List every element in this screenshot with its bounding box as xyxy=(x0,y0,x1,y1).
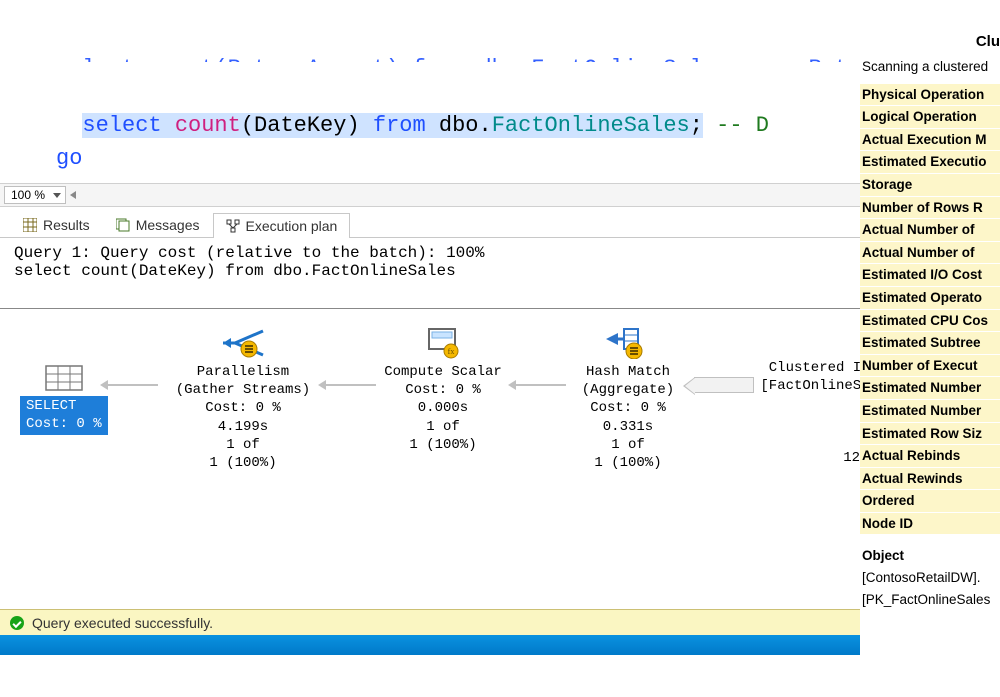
plan-node-hash-match[interactable]: Hash Match (Aggregate) Cost: 0 % 0.331s … xyxy=(568,327,688,472)
prop-row: Estimated I/O Cost xyxy=(860,264,1000,287)
hash-rows: 1 of xyxy=(568,436,688,454)
properties-object-line: [PK_FactOnlineSales xyxy=(860,589,1000,611)
prop-row: Node ID xyxy=(860,513,1000,536)
prop-row: Estimated CPU Cos xyxy=(860,310,1000,333)
plan-node-select[interactable]: SELECT Cost: 0 % xyxy=(20,364,108,435)
hash-pct: 1 (100%) xyxy=(568,454,688,472)
compute-rows: 1 of xyxy=(378,418,508,436)
hash-match-icon xyxy=(604,327,652,359)
svg-text:fx: fx xyxy=(448,347,455,356)
prop-row: Estimated Row Siz xyxy=(860,423,1000,446)
select-operator-icon xyxy=(44,364,84,392)
properties-subtitle: Scanning a clustered xyxy=(860,56,1000,84)
prop-row: Storage xyxy=(860,174,1000,197)
query-cost-line: Query 1: Query cost (relative to the bat… xyxy=(14,244,484,262)
prop-row: Actual Number of xyxy=(860,242,1000,265)
sql-editor[interactable]: select count(ReturnAmount) from dbo.Fact… xyxy=(0,0,1000,183)
prop-row: Actual Number of xyxy=(860,219,1000,242)
messages-icon xyxy=(116,218,130,232)
parallelism-title: Parallelism xyxy=(168,363,318,381)
keyword-select: select xyxy=(82,113,161,138)
status-bar: Query executed successfully. xyxy=(0,609,860,635)
prop-row: Ordered xyxy=(860,490,1000,513)
tab-messages[interactable]: Messages xyxy=(103,212,213,237)
query-sql-line: select count(DateKey) from dbo.FactOnlin… xyxy=(14,262,456,280)
sql-line-partial: select count(ReturnAmount) from dbo.Fact… xyxy=(56,52,1000,62)
plan-arrow-1 xyxy=(108,384,158,386)
zoom-toolbar: 100 % xyxy=(0,183,1000,207)
hash-subtitle: (Aggregate) xyxy=(568,381,688,399)
select-cost: Cost: 0 % xyxy=(26,416,102,434)
keyword-go: go xyxy=(56,146,82,171)
scroll-left-icon[interactable] xyxy=(70,191,76,199)
prop-row: Estimated Operato xyxy=(860,287,1000,310)
scan-rows-partial: 12 xyxy=(760,449,870,467)
parallelism-duration: 4.199s xyxy=(168,418,318,436)
status-text: Query executed successfully. xyxy=(32,615,213,631)
tab-results-label: Results xyxy=(43,217,90,233)
result-tabs: Results Messages Execution plan xyxy=(0,207,1000,238)
plan-node-clustered-scan[interactable]: Clustered I [FactOnlineSa 12 xyxy=(760,359,870,468)
prop-row: Estimated Executio xyxy=(860,151,1000,174)
prop-row: Estimated Number xyxy=(860,377,1000,400)
success-icon xyxy=(10,616,24,630)
properties-object-label: Object xyxy=(860,535,1000,567)
prop-row: Actual Rewinds xyxy=(860,468,1000,491)
function-count: count xyxy=(175,113,241,138)
prop-row: Physical Operation xyxy=(860,84,1000,107)
parallelism-pct: 1 (100%) xyxy=(168,454,318,472)
comment: -- D xyxy=(716,113,769,138)
properties-panel[interactable]: Clu Scanning a clustered Physical Operat… xyxy=(860,28,1000,655)
compute-title: Compute Scalar xyxy=(378,363,508,381)
parallelism-rows: 1 of xyxy=(168,436,318,454)
tab-execution-plan[interactable]: Execution plan xyxy=(213,213,351,238)
compute-pct: 1 (100%) xyxy=(378,436,508,454)
properties-title: Clu xyxy=(860,28,1000,56)
plan-icon xyxy=(226,219,240,233)
plan-arrow-2 xyxy=(326,384,376,386)
scan-title: Clustered I xyxy=(760,359,870,377)
plan-node-parallelism[interactable]: Parallelism (Gather Streams) Cost: 0 % 4… xyxy=(168,327,318,472)
prop-row: Actual Execution M xyxy=(860,129,1000,152)
zoom-dropdown[interactable]: 100 % xyxy=(4,186,66,204)
prop-row: Actual Rebinds xyxy=(860,445,1000,468)
arg-datekey: DateKey xyxy=(254,113,346,138)
parallelism-subtitle: (Gather Streams) xyxy=(168,381,318,399)
parallelism-cost: Cost: 0 % xyxy=(168,399,318,417)
table-name: FactOnlineSales xyxy=(492,113,690,138)
plan-node-compute-scalar[interactable]: fx Compute Scalar Cost: 0 % 0.000s 1 of … xyxy=(378,327,508,454)
keyword-from: from xyxy=(373,113,426,138)
select-label: SELECT xyxy=(26,398,102,416)
taskbar xyxy=(0,635,860,655)
parallelism-icon xyxy=(219,327,267,359)
prop-row: Number of Execut xyxy=(860,355,1000,378)
tab-plan-label: Execution plan xyxy=(246,218,338,234)
plan-arrow-3 xyxy=(516,384,566,386)
schema: dbo xyxy=(439,113,479,138)
grid-icon xyxy=(23,218,37,232)
hash-duration: 0.331s xyxy=(568,418,688,436)
hash-cost: Cost: 0 % xyxy=(568,399,688,417)
prop-row: Number of Rows R xyxy=(860,197,1000,220)
hash-title: Hash Match xyxy=(568,363,688,381)
compute-cost: Cost: 0 % xyxy=(378,381,508,399)
plan-arrow-thick xyxy=(694,377,754,393)
query-header: Query 1: Query cost (relative to the bat… xyxy=(0,238,1000,309)
tab-results[interactable]: Results xyxy=(10,212,103,237)
tab-messages-label: Messages xyxy=(136,217,200,233)
prop-row: Estimated Subtree xyxy=(860,332,1000,355)
compute-scalar-icon: fx xyxy=(423,327,463,359)
prop-row: Estimated Number xyxy=(860,400,1000,423)
compute-duration: 0.000s xyxy=(378,399,508,417)
prop-row: Logical Operation xyxy=(860,106,1000,129)
scan-subtitle: [FactOnlineSa xyxy=(760,377,870,395)
properties-object-line: [ContosoRetailDW]. xyxy=(860,567,1000,589)
